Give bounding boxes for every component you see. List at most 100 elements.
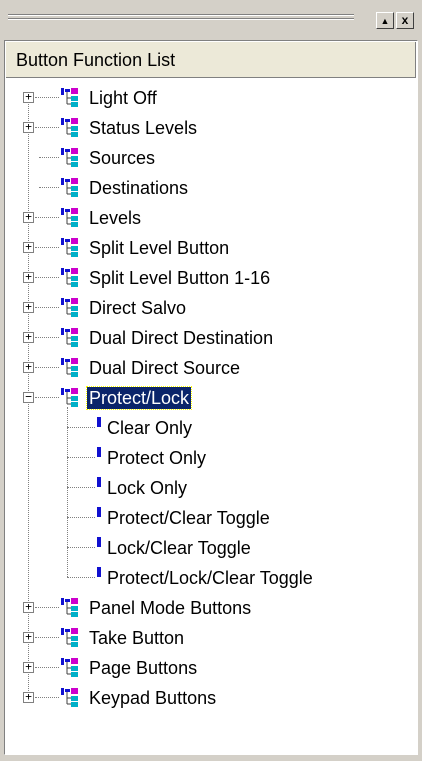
collapse-toggle-icon[interactable]: −	[23, 391, 34, 403]
tree-connector	[35, 247, 59, 249]
drag-grip[interactable]	[8, 14, 354, 24]
tree-connector	[35, 367, 59, 369]
tree-node-label[interactable]: Split Level Button 1-16	[87, 267, 272, 289]
tree-node-label[interactable]: Dual Direct Destination	[87, 327, 275, 349]
tree-connector	[35, 97, 59, 99]
tree-connector	[35, 697, 59, 699]
tree-node-label[interactable]: Page Buttons	[87, 657, 199, 679]
tree-node[interactable]: + Page Buttons	[5, 653, 417, 683]
function-item-icon	[97, 477, 101, 487]
tree-node-label[interactable]: Light Off	[87, 87, 159, 109]
close-icon: x	[401, 13, 409, 27]
tree-child-label[interactable]: Lock Only	[105, 477, 189, 499]
tree-node-label[interactable]: Dual Direct Source	[87, 357, 242, 379]
tree-connector	[35, 667, 59, 669]
tree-connector	[35, 637, 59, 639]
function-group-icon	[61, 598, 83, 618]
tree-connector	[35, 127, 59, 129]
tree-node-label[interactable]: Levels	[87, 207, 143, 229]
tree-connector	[67, 487, 95, 489]
tree-connector	[67, 427, 95, 429]
tree-node-label[interactable]: Protect/Lock	[85, 386, 193, 410]
function-group-icon	[61, 88, 83, 108]
expand-toggle-icon[interactable]: +	[23, 601, 34, 613]
function-group-icon	[61, 658, 83, 678]
tree-node[interactable]: Sources	[5, 143, 417, 173]
expand-toggle-icon[interactable]: +	[23, 631, 34, 643]
tree-node[interactable]: + Status Levels	[5, 113, 417, 143]
tree-child-label[interactable]: Protect/Clear Toggle	[105, 507, 272, 529]
function-group-icon	[61, 628, 83, 648]
function-group-icon	[61, 148, 83, 168]
tree-node-label[interactable]: Direct Salvo	[87, 297, 188, 319]
title-bar[interactable]: ▲ x	[0, 0, 422, 40]
close-button[interactable]: x	[396, 12, 414, 29]
function-group-icon	[61, 208, 83, 228]
function-item-icon	[97, 537, 101, 547]
expand-toggle-icon[interactable]: +	[23, 91, 34, 103]
tree-connector	[35, 337, 59, 339]
function-group-icon	[61, 388, 83, 408]
tree-connector	[67, 457, 95, 459]
function-item-icon	[97, 507, 101, 517]
tree-node-label[interactable]: Status Levels	[87, 117, 199, 139]
list-header[interactable]: Button Function List	[6, 42, 416, 78]
tree-node[interactable]: + Split Level Button 1-16	[5, 263, 417, 293]
tree-node[interactable]: + Levels	[5, 203, 417, 233]
tree-node[interactable]: + Split Level Button	[5, 233, 417, 263]
function-group-icon	[61, 358, 83, 378]
function-item-icon	[97, 447, 101, 457]
tree-connector	[35, 607, 59, 609]
tree-child-label[interactable]: Protect Only	[105, 447, 208, 469]
tree-child-label[interactable]: Clear Only	[105, 417, 194, 439]
tree-node[interactable]: Destinations	[5, 173, 417, 203]
tree-node[interactable]: + Panel Mode Buttons	[5, 593, 417, 623]
function-tree[interactable]: + Light Off + Status Levels Sources Dest…	[5, 41, 417, 754]
tree-node[interactable]: + Direct Salvo	[5, 293, 417, 323]
function-group-icon	[61, 178, 83, 198]
expand-toggle-icon[interactable]: +	[23, 241, 34, 253]
tree-node-label[interactable]: Destinations	[87, 177, 190, 199]
pin-icon: ▲	[380, 16, 390, 26]
button-function-list-panel: + Light Off + Status Levels Sources Dest…	[4, 40, 418, 755]
expand-toggle-icon[interactable]: +	[23, 301, 34, 313]
function-group-icon	[61, 118, 83, 138]
expand-toggle-icon[interactable]: +	[23, 121, 34, 133]
function-group-icon	[61, 328, 83, 348]
tree-connector	[67, 517, 95, 519]
expand-toggle-icon[interactable]: +	[23, 661, 34, 673]
tree-node[interactable]: + Light Off	[5, 83, 417, 113]
expand-toggle-icon[interactable]: +	[23, 361, 34, 373]
tree-connector	[35, 307, 59, 309]
function-item-icon	[97, 567, 101, 577]
pin-button[interactable]: ▲	[376, 12, 394, 29]
tree-connector	[35, 397, 59, 399]
tree-connector	[39, 187, 59, 189]
tree-connector	[67, 577, 95, 579]
tree-node[interactable]: + Dual Direct Destination	[5, 323, 417, 353]
expand-toggle-icon[interactable]: +	[23, 691, 34, 703]
tree-child-label[interactable]: Lock/Clear Toggle	[105, 537, 253, 559]
function-group-icon	[61, 298, 83, 318]
expand-toggle-icon[interactable]: +	[23, 271, 34, 283]
tree-node-label[interactable]: Keypad Buttons	[87, 687, 218, 709]
tree-connector	[35, 217, 59, 219]
expand-toggle-icon[interactable]: +	[23, 331, 34, 343]
tree-node[interactable]: + Take Button	[5, 623, 417, 653]
function-item-icon	[97, 417, 101, 427]
tree-connector	[35, 277, 59, 279]
function-group-icon	[61, 238, 83, 258]
function-group-icon	[61, 268, 83, 288]
tree-node-label[interactable]: Take Button	[87, 627, 186, 649]
tree-node-label[interactable]: Sources	[87, 147, 157, 169]
tree-node-label[interactable]: Panel Mode Buttons	[87, 597, 253, 619]
expand-toggle-icon[interactable]: +	[23, 211, 34, 223]
tree-connector	[39, 157, 59, 159]
tree-connector	[67, 547, 95, 549]
tree-child-label[interactable]: Protect/Lock/Clear Toggle	[105, 567, 315, 589]
function-group-icon	[61, 688, 83, 708]
tree-node-label[interactable]: Split Level Button	[87, 237, 231, 259]
tree-node[interactable]: + Keypad Buttons	[5, 683, 417, 713]
tree-child-connector	[67, 407, 69, 577]
tree-node[interactable]: + Dual Direct Source	[5, 353, 417, 383]
